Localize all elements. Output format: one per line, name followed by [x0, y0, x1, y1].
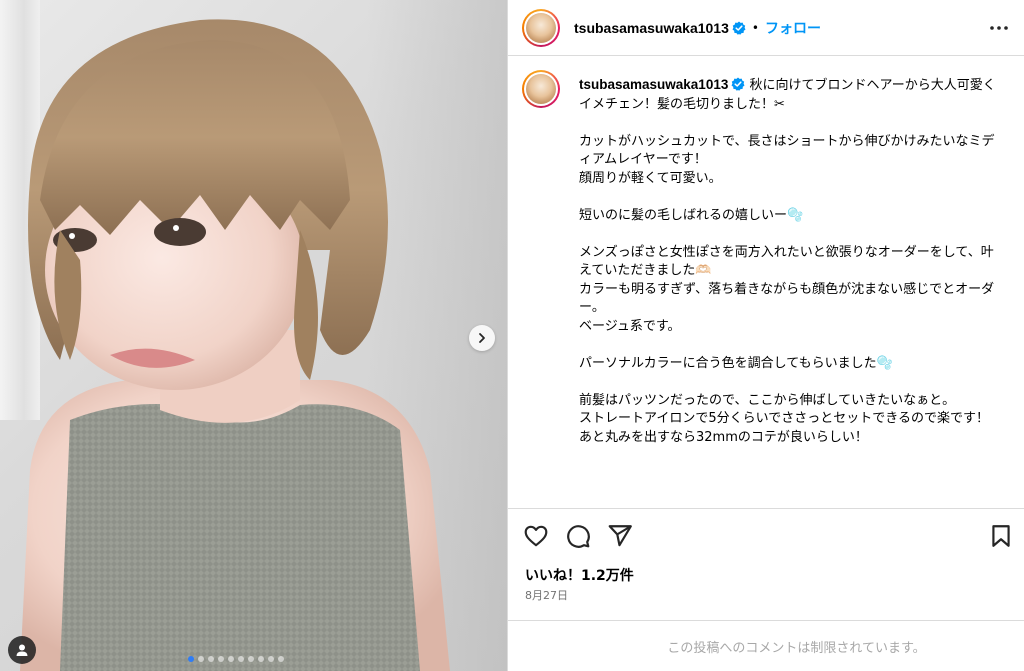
carousel-dot — [258, 656, 264, 662]
heart-icon[interactable] — [523, 523, 549, 549]
carousel-dot — [228, 656, 234, 662]
post-date[interactable]: 8月27日 — [525, 587, 568, 603]
photo-subject — [20, 19, 450, 671]
post-header: tsubasamasuwaka1013 • フォロー — [508, 0, 1024, 56]
post-photo[interactable] — [0, 0, 507, 671]
caption-username[interactable]: tsubasamasuwaka1013 — [579, 77, 728, 92]
caption-avatar[interactable] — [522, 70, 560, 108]
comment-bubble-icon[interactable] — [565, 523, 591, 549]
like-count[interactable]: いいね！1.2万件 — [525, 565, 634, 585]
post-caption: tsubasamasuwaka1013 秋に向けてブロンドヘアーから大人可愛くイ… — [579, 76, 999, 447]
carousel-dot — [198, 656, 204, 662]
header-username[interactable]: tsubasamasuwaka1013 — [574, 20, 729, 36]
more-options-icon[interactable] — [989, 18, 1009, 38]
user-tag-icon — [16, 644, 28, 656]
follow-button[interactable]: フォロー — [765, 18, 821, 38]
bookmark-icon[interactable] — [988, 523, 1014, 549]
carousel-dot — [208, 656, 214, 662]
comments-restricted-note: この投稿へのコメントは制限されています。 — [667, 640, 926, 656]
chevron-right-icon — [479, 333, 485, 343]
avatar[interactable] — [522, 9, 560, 47]
comment-restricted-area: この投稿へのコメントは制限されています。 — [508, 620, 1024, 671]
paper-plane-icon[interactable] — [607, 523, 633, 549]
header-separator: • — [751, 21, 759, 35]
verified-badge-icon — [731, 77, 745, 91]
carousel-dot — [218, 656, 224, 662]
carousel-dot — [248, 656, 254, 662]
carousel-dot — [188, 656, 194, 662]
post-actions-bar — [508, 508, 1024, 562]
post-detail-panel: tsubasamasuwaka1013 • フォロー tsubasamasuwa… — [507, 0, 1024, 671]
carousel-dot — [238, 656, 244, 662]
carousel-dot — [278, 656, 284, 662]
user-tags-button[interactable] — [8, 636, 36, 664]
verified-badge-icon — [732, 21, 746, 35]
carousel-next-button[interactable] — [469, 325, 495, 351]
caption-area: tsubasamasuwaka1013 秋に向けてブロンドヘアーから大人可愛くイ… — [508, 57, 1024, 507]
carousel-dot — [268, 656, 274, 662]
carousel-indicator — [188, 656, 284, 662]
caption-text: 秋に向けてブロンドヘアーから大人可愛くイメチェン！髪の毛切りました！✂︎ カット… — [579, 78, 996, 445]
